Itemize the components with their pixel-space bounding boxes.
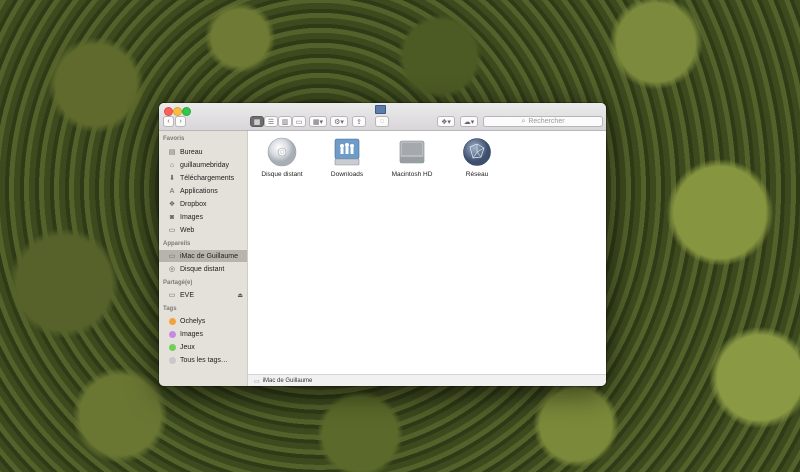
dropbox-icon: ❖▾ <box>441 118 451 126</box>
file-item-remote-disc[interactable]: Disque distant <box>252 137 312 178</box>
title-bar[interactable]: ‹ › ▦ ☰ ▥ ▭ ▦▾ ⚙▾ ⇪ ◌ ❖▾ ☁▾ ⌕ Rechercher <box>159 103 606 131</box>
sidebar-item-applications[interactable]: A Applications <box>159 185 247 197</box>
coverflow-view-button[interactable]: ▭ <box>292 116 306 127</box>
sidebar-item-home[interactable]: ⌂ guillaumebriday <box>159 159 247 171</box>
sidebar-item-label: Ochelys <box>180 317 206 325</box>
search-icon: ⌕ <box>521 117 526 125</box>
sidebar: Favoris ▤ Bureau ⌂ guillaumebriday ⬇ Tél… <box>159 131 248 386</box>
sidebar-tag-all[interactable]: Tous les tags… <box>159 354 247 366</box>
sidebar-item-label: Dropbox <box>180 200 207 208</box>
sidebar-item-label: iMac de Guillaume <box>180 252 238 260</box>
file-item-macintosh-hd[interactable]: Macintosh HD <box>382 137 442 178</box>
sidebar-tag-jeux[interactable]: Jeux <box>159 341 247 353</box>
sidebar-item-images[interactable]: ◙ Images <box>159 211 247 223</box>
sidebar-item-bureau[interactable]: ▤ Bureau <box>159 146 247 158</box>
tag-icon: ◌ <box>379 118 385 125</box>
maximize-button[interactable] <box>182 107 191 116</box>
sidebar-item-web[interactable]: ▭ Web <box>159 224 247 236</box>
gear-icon: ⚙▾ <box>334 118 344 126</box>
camera-icon: ◙ <box>169 213 175 221</box>
file-item-network[interactable]: Réseau <box>447 137 507 178</box>
sidebar-item-label: Images <box>180 330 203 338</box>
grid-icon: ▦ <box>253 118 261 126</box>
share-icon: ⇪ <box>356 118 362 126</box>
imac-icon: ▭ <box>168 253 176 260</box>
arrange-grid-icon: ▦▾ <box>312 118 324 126</box>
sidebar-item-label: Tous les tags… <box>180 356 228 364</box>
file-grid: Disque distant Downloads Macintosh HD Ré… <box>248 131 606 374</box>
desktop-icon: ▤ <box>168 149 176 156</box>
devices-heading: Appareils <box>163 241 191 247</box>
eject-icon[interactable]: ⏏ <box>237 292 243 299</box>
sidebar-item-label: Images <box>180 213 203 221</box>
file-item-label: Réseau <box>465 171 489 178</box>
sidebar-item-label: Jeux <box>180 343 195 351</box>
sidebar-item-eve[interactable]: ▭ EVE ⏏ <box>159 289 247 301</box>
cloud-button[interactable]: ☁▾ <box>460 116 478 127</box>
search-placeholder: Rechercher <box>528 118 565 125</box>
disc-icon: ◎ <box>168 266 176 273</box>
file-item-downloads[interactable]: Downloads <box>317 137 377 178</box>
file-item-label: Disque distant <box>261 171 303 178</box>
applications-icon: A <box>169 187 175 195</box>
file-item-label: Macintosh HD <box>391 171 433 178</box>
list-view-button[interactable]: ☰ <box>264 116 278 127</box>
action-button[interactable]: ⚙▾ <box>330 116 348 127</box>
dropbox-icon: ❖ <box>168 201 176 208</box>
close-button[interactable] <box>164 107 173 116</box>
path-bar-label[interactable]: iMac de Guillaume <box>263 378 313 384</box>
tags-heading: Tags <box>163 306 177 312</box>
chevron-left-icon: ‹ <box>167 118 170 125</box>
tag-dot-purple-icon <box>169 330 176 338</box>
sidebar-tag-images[interactable]: Images <box>159 328 247 340</box>
tag-dot-orange-icon <box>169 317 176 325</box>
tag-dot-green-icon <box>169 343 176 351</box>
home-icon: ⌂ <box>169 161 175 169</box>
shared-drive-icon <box>331 137 363 167</box>
sidebar-item-label: Bureau <box>180 148 203 156</box>
tag-dot-gray-icon <box>169 356 176 364</box>
sidebar-item-label: Applications <box>180 187 218 195</box>
coverflow-icon: ▭ <box>295 118 303 126</box>
share-button[interactable]: ⇪ <box>352 116 366 127</box>
back-button[interactable]: ‹ <box>163 116 174 127</box>
icon-view-button[interactable]: ▦ <box>250 116 264 127</box>
sidebar-tag-ochelys[interactable]: Ochelys <box>159 315 247 327</box>
hard-drive-icon <box>396 137 428 167</box>
imac-title-icon <box>375 105 386 114</box>
sidebar-item-label: EVE <box>180 291 195 299</box>
sidebar-item-downloads[interactable]: ⬇ Téléchargements <box>159 172 247 184</box>
shared-heading: Partagé(e) <box>163 280 193 286</box>
cd-disc-icon <box>266 137 298 167</box>
favorites-heading: Favoris <box>163 136 185 142</box>
sidebar-item-remote-disc[interactable]: ◎ Disque distant <box>159 263 247 275</box>
download-icon: ⬇ <box>169 175 175 182</box>
sidebar-item-label: Web <box>180 226 195 234</box>
sidebar-item-dropbox[interactable]: ❖ Dropbox <box>159 198 247 210</box>
list-icon: ☰ <box>267 118 275 126</box>
forward-button[interactable]: › <box>175 116 186 127</box>
sidebar-item-label: guillaumebriday <box>180 161 230 169</box>
file-item-label: Downloads <box>330 171 364 178</box>
search-field[interactable]: ⌕ Rechercher <box>483 116 603 127</box>
cloud-icon: ☁▾ <box>463 118 475 126</box>
network-globe-icon <box>461 137 493 167</box>
folder-icon: ▭ <box>168 227 176 234</box>
sidebar-item-label: Disque distant <box>180 265 225 273</box>
finder-window: ‹ › ▦ ☰ ▥ ▭ ▦▾ ⚙▾ ⇪ ◌ ❖▾ ☁▾ ⌕ Rechercher… <box>159 103 606 386</box>
dropbox-button[interactable]: ❖▾ <box>437 116 455 127</box>
sidebar-item-imac[interactable]: ▭ iMac de Guillaume <box>159 250 247 262</box>
columns-icon: ▥ <box>281 118 289 126</box>
chevron-right-icon: › <box>179 118 182 125</box>
arrange-button[interactable]: ▦▾ <box>309 116 327 127</box>
column-view-button[interactable]: ▥ <box>278 116 292 127</box>
minimize-button[interactable] <box>173 107 182 116</box>
imac-icon: ▭ <box>254 378 260 385</box>
edit-tags-button[interactable]: ◌ <box>375 116 389 127</box>
sidebar-item-label: Téléchargements <box>180 174 235 182</box>
network-computer-icon: ▭ <box>168 292 176 299</box>
path-bar: ▭ iMac de Guillaume <box>248 374 606 386</box>
